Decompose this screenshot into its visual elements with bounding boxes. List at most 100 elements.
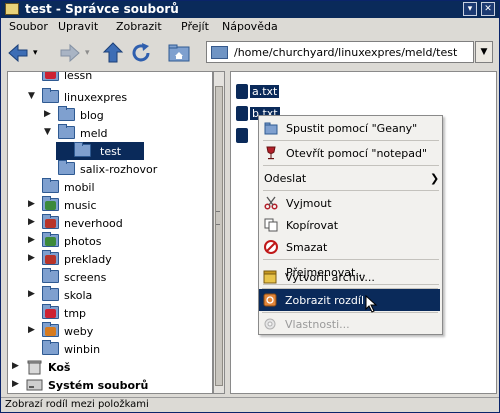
- scissors-icon: [264, 196, 278, 210]
- collapsed-arrow-icon[interactable]: ▶: [28, 235, 38, 245]
- file-manager-window: test - Správce souborů ▾ ✕ Soubor Upravi…: [0, 0, 500, 413]
- tree-item-kos[interactable]: ▶ Koš: [8, 358, 208, 376]
- tree-item-screens[interactable]: screens: [8, 268, 208, 286]
- tree-item-linuxexpres[interactable]: ▼ linuxexpres: [8, 88, 208, 106]
- wine-glass-icon: [266, 146, 276, 160]
- tree-item-neverhood[interactable]: ▶ neverhood: [8, 214, 208, 232]
- tree-item-skola[interactable]: ▶ skola: [8, 286, 208, 304]
- forward-history-chevron-icon[interactable]: ▾: [85, 48, 95, 72]
- back-history-chevron-icon[interactable]: ▾: [33, 48, 43, 72]
- collapsed-arrow-icon[interactable]: ▶: [28, 325, 38, 335]
- tree-scrollbar[interactable]: [213, 71, 225, 394]
- home-folder-icon[interactable]: [166, 41, 192, 65]
- tree-item-weby[interactable]: ▶ weby: [8, 322, 208, 340]
- collapsed-arrow-icon[interactable]: ▶: [12, 379, 22, 389]
- forward-arrow-icon[interactable]: [59, 41, 81, 65]
- tree-item-mobil[interactable]: mobil: [8, 178, 208, 196]
- submenu-arrow-icon: ❯: [430, 172, 440, 185]
- tree-item-photos[interactable]: ▶ photos: [8, 232, 208, 250]
- tree-item-salix-rozhovor[interactable]: salix-rozhovor: [8, 160, 208, 178]
- mouse-pointer-icon: [365, 295, 378, 313]
- folder-emblem-icon: [45, 309, 56, 318]
- folder-emblem-icon: [45, 255, 56, 264]
- folder-icon: [42, 268, 59, 283]
- menu-separator: [263, 165, 439, 166]
- menu-item-show-diff[interactable]: Zobrazit rozdíl: [259, 289, 440, 311]
- menu-soubor[interactable]: Soubor: [9, 20, 48, 33]
- photos-emblem-icon: [45, 237, 56, 246]
- music-emblem-icon: [45, 201, 56, 210]
- properties-gear-icon: [264, 318, 276, 330]
- collapsed-arrow-icon[interactable]: ▶: [12, 361, 22, 371]
- file-item-c[interactable]: [236, 128, 256, 144]
- menu-separator: [263, 140, 439, 141]
- menu-item-cut[interactable]: Vyjmout: [260, 192, 441, 214]
- close-window-button[interactable]: ✕: [481, 2, 495, 16]
- menu-zobrazit[interactable]: Zobrazit: [116, 20, 162, 33]
- scrollbar-thumb[interactable]: [215, 86, 223, 386]
- open-folder-icon: [58, 124, 75, 139]
- text-file-icon: [236, 106, 248, 121]
- status-bar: Zobrazí rodíl mezi položkami: [1, 397, 499, 412]
- tree-item-music[interactable]: ▶ music: [8, 196, 208, 214]
- menu-item-create-archive[interactable]: Vytvořit archiv...: [259, 266, 440, 288]
- folder-icon: [211, 46, 228, 59]
- location-field[interactable]: /home/churchyard/linuxexpres/meld/test: [206, 41, 474, 63]
- folder-icon: [42, 178, 59, 193]
- collapsed-arrow-icon[interactable]: ▶: [28, 289, 38, 299]
- menu-prejit[interactable]: Přejít: [181, 20, 209, 33]
- web-emblem-icon: [45, 327, 56, 336]
- folder-emblem-icon: [45, 72, 56, 79]
- folder-icon: [58, 106, 75, 121]
- tree-item-meld[interactable]: ▼ meld: [8, 124, 208, 142]
- tree-item-test[interactable]: test: [56, 142, 144, 160]
- location-path: /home/churchyard/linuxexpres/meld/test: [234, 46, 458, 59]
- collapsed-arrow-icon[interactable]: ▶: [28, 199, 38, 209]
- menu-bar: Soubor Upravit Zobrazit Přejít Nápověda: [1, 18, 499, 36]
- tree-item-lessn[interactable]: lessn: [8, 72, 208, 84]
- menu-item-open-notepad[interactable]: Otevřít pomocí "notepad": [260, 142, 441, 164]
- window-title: test - Správce souborů: [25, 2, 179, 16]
- collapsed-arrow-icon[interactable]: ▶: [28, 253, 38, 263]
- menu-separator: [263, 190, 439, 191]
- archive-icon: [263, 270, 277, 284]
- filesystem-icon: [26, 379, 43, 391]
- file-item-a[interactable]: a.txt: [236, 84, 296, 100]
- menu-item-send-to[interactable]: Odeslat ❯: [260, 167, 441, 189]
- tree-item-blog[interactable]: ▶ blog: [8, 106, 208, 124]
- folder-icon: [58, 160, 75, 175]
- title-bar[interactable]: test - Správce souborů ▾ ✕: [1, 1, 499, 18]
- menu-napoveda[interactable]: Nápověda: [222, 20, 278, 33]
- expanded-arrow-icon[interactable]: ▼: [44, 127, 54, 137]
- open-folder-icon: [42, 88, 59, 103]
- menu-separator: [263, 259, 439, 260]
- expanded-arrow-icon[interactable]: ▼: [28, 91, 38, 101]
- folder-tree: lessn ▼ linuxexpres ▶ blog ▼ meld test s…: [7, 71, 213, 394]
- folder-icon: [74, 142, 91, 157]
- up-arrow-icon[interactable]: [102, 41, 124, 65]
- menu-upravit[interactable]: Upravit: [58, 20, 98, 33]
- folder-icon: [42, 286, 59, 301]
- tree-item-winbin[interactable]: winbin: [8, 340, 208, 358]
- scrollbar-grip-icon: [216, 211, 220, 225]
- text-file-icon: [236, 84, 248, 99]
- collapsed-arrow-icon[interactable]: ▶: [28, 217, 38, 227]
- window-menu-button[interactable]: ▾: [463, 2, 477, 16]
- collapsed-arrow-icon[interactable]: ▶: [44, 109, 54, 119]
- menu-item-delete[interactable]: Smazat: [260, 236, 441, 258]
- tree-item-preklady[interactable]: ▶ preklady: [8, 250, 208, 268]
- folder-icon: [264, 122, 278, 135]
- menu-item-properties[interactable]: Vlastnosti...: [259, 313, 440, 335]
- menu-item-copy[interactable]: Kopírovat: [260, 214, 441, 236]
- copy-icon: [264, 218, 278, 232]
- tree-item-tmp[interactable]: tmp: [8, 304, 208, 322]
- tree-item-system-souboru[interactable]: ▶ Systém souborů: [8, 376, 208, 393]
- reload-icon[interactable]: [129, 41, 153, 65]
- delete-icon: [264, 240, 278, 254]
- status-text: Zobrazí rodíl mezi položkami: [5, 399, 149, 410]
- folder-app-icon: [5, 3, 19, 15]
- back-arrow-icon[interactable]: [7, 41, 29, 65]
- menu-item-run-geany[interactable]: Spustit pomocí "Geany": [260, 117, 441, 139]
- meld-icon: [263, 293, 277, 307]
- location-dropdown-button[interactable]: ▼: [475, 41, 493, 63]
